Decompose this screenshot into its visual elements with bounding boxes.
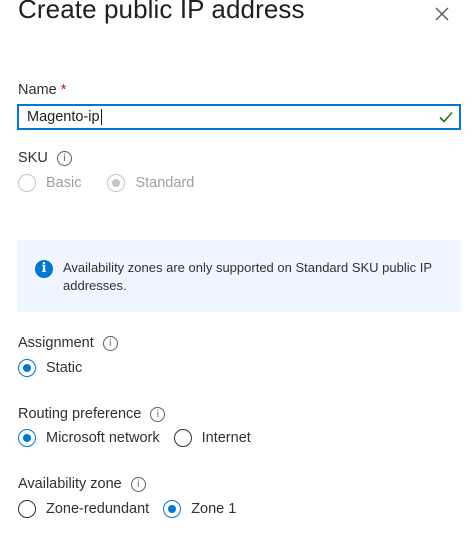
radio-circle: [18, 429, 36, 447]
sku-radio-group: Basic Standard: [18, 174, 206, 192]
info-circle-icon[interactable]: i: [56, 150, 72, 166]
checkmark-icon: [439, 111, 453, 123]
assignment-label: Assignment i: [18, 335, 118, 351]
info-banner: i Availability zones are only supported …: [17, 240, 461, 312]
routing-internet-radio[interactable]: Internet: [173, 429, 251, 447]
info-circle-icon[interactable]: i: [150, 406, 166, 422]
radio-circle: [18, 500, 36, 518]
create-public-ip-panel: Create public IP address Name * Magento-…: [0, 0, 474, 550]
zone-redundant-radio[interactable]: Zone-redundant: [18, 500, 149, 518]
routing-microsoft-network-radio[interactable]: Microsoft network: [18, 429, 160, 447]
radio-circle: [107, 174, 126, 192]
availability-zone-label: Availability zone i: [18, 476, 146, 492]
zone-1-radio[interactable]: Zone 1: [163, 500, 236, 518]
info-icon: i: [35, 260, 53, 278]
text-caret: [100, 109, 102, 125]
radio-circle: [18, 359, 36, 377]
sku-standard-radio[interactable]: Standard: [107, 174, 194, 192]
info-message: Availability zones are only supported on…: [63, 260, 432, 293]
radio-circle: [163, 500, 182, 518]
name-input-value: Magento-ip: [27, 109, 100, 125]
sku-label: SKU i: [18, 150, 72, 166]
name-label: Name *: [18, 82, 67, 98]
sku-basic-radio[interactable]: Basic: [18, 174, 81, 192]
close-icon[interactable]: [432, 4, 452, 24]
radio-circle: [18, 174, 36, 192]
assignment-radio-group: Static: [18, 359, 94, 377]
required-marker: *: [60, 82, 67, 98]
info-circle-icon[interactable]: i: [130, 476, 146, 492]
availability-zone-radio-group: Zone-redundant Zone 1: [18, 500, 248, 518]
routing-preference-label: Routing preference i: [18, 406, 166, 422]
routing-radio-group: Microsoft network Internet: [18, 429, 263, 447]
assignment-static-radio[interactable]: Static: [18, 359, 82, 377]
radio-circle: [173, 429, 192, 447]
info-circle-icon[interactable]: i: [102, 335, 118, 351]
name-input[interactable]: Magento-ip: [17, 104, 461, 130]
page-title: Create public IP address: [18, 0, 305, 24]
